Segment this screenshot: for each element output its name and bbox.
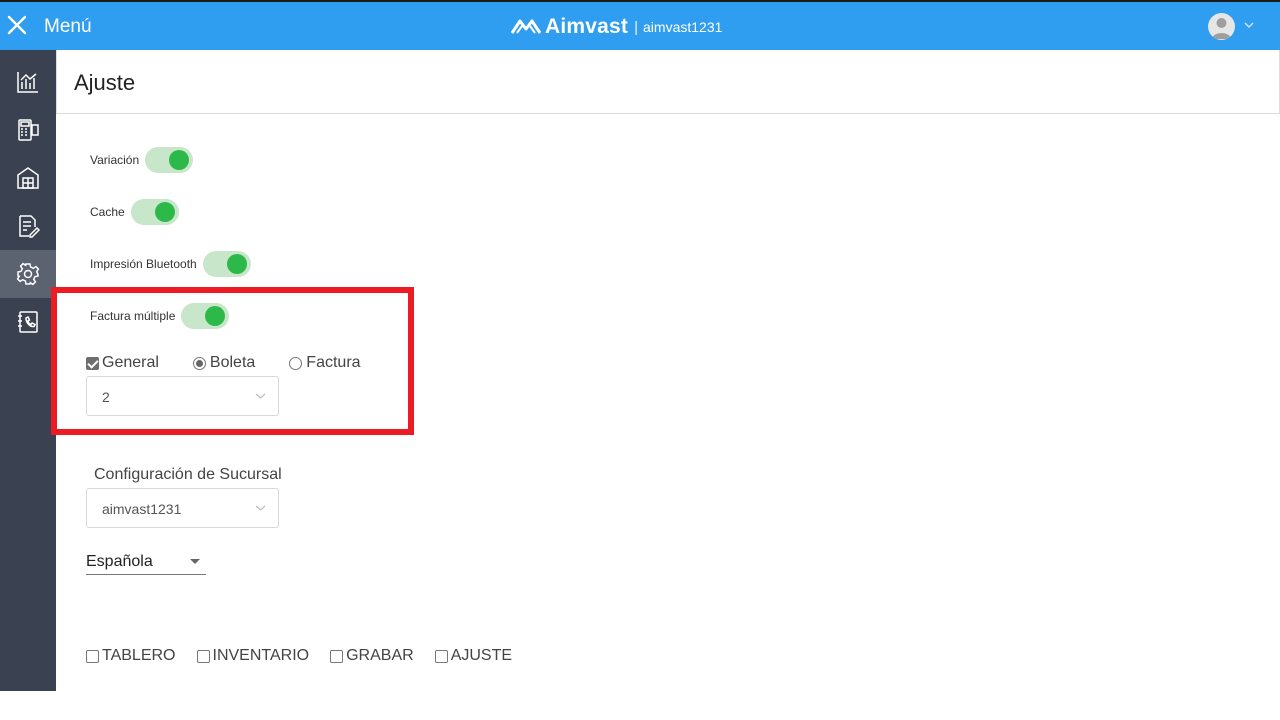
menu-label[interactable]: Menú xyxy=(44,16,92,38)
bluetooth-print-label: Impresión Bluetooth xyxy=(90,257,197,271)
perm-ajuste[interactable]: AJUSTE xyxy=(434,647,513,665)
checkbox-unchecked[interactable] xyxy=(86,649,99,663)
invoice-count-value: 2 xyxy=(102,389,110,405)
sidebar-item-settings[interactable] xyxy=(0,250,56,298)
branch-config-label: Configuración de Sucursal xyxy=(94,466,282,483)
factura-radio[interactable]: Factura xyxy=(289,354,361,372)
factura-label: Factura xyxy=(306,354,361,371)
branch-select[interactable]: aimvast1231 xyxy=(86,488,279,528)
header-username: aimvast1231 xyxy=(643,19,723,35)
user-avatar-icon xyxy=(1212,18,1231,39)
sidebar-item-contacts[interactable] xyxy=(0,298,56,346)
sidebar-item-pos[interactable] xyxy=(0,106,56,154)
toggle-knob xyxy=(154,202,175,222)
cache-toggle[interactable] xyxy=(130,199,179,225)
perm-tablero-label: TABLERO xyxy=(102,647,176,664)
boleta-label: Boleta xyxy=(209,354,256,371)
brand: Aimvast | aimvast1231 xyxy=(510,13,722,41)
radio-unchecked[interactable] xyxy=(289,356,303,370)
setting-bluetooth-print: Impresión Bluetooth xyxy=(90,251,251,277)
invoice-type-options: General Boleta Factura xyxy=(86,354,395,372)
perm-grabar-label: GRABAR xyxy=(346,647,414,664)
chevron-down-icon xyxy=(255,505,266,511)
boleta-radio[interactable]: Boleta xyxy=(192,354,256,372)
sidebar-item-warehouse[interactable] xyxy=(0,154,56,202)
brand-name: Aimvast xyxy=(545,15,629,38)
checkbox-checked[interactable] xyxy=(86,356,99,370)
perm-inventario-label: INVENTARIO xyxy=(212,647,310,664)
perm-tablero[interactable]: TABLERO xyxy=(86,647,176,665)
chevron-down-icon[interactable] xyxy=(1243,20,1255,30)
variation-label: Variación xyxy=(90,153,140,167)
checkbox-unchecked[interactable] xyxy=(434,649,448,663)
radio-checked[interactable] xyxy=(192,356,206,370)
general-checkbox[interactable]: General xyxy=(86,354,159,372)
caret-down-icon xyxy=(190,559,200,564)
avatar[interactable] xyxy=(1208,13,1235,40)
setting-cache: Cache xyxy=(90,199,179,225)
bluetooth-print-toggle[interactable] xyxy=(202,251,251,277)
report-edit-icon xyxy=(19,215,41,238)
checkbox-unchecked[interactable] xyxy=(196,649,210,663)
brand-logo-icon xyxy=(510,19,542,34)
perm-grabar[interactable]: GRABAR xyxy=(330,647,414,665)
variation-toggle[interactable] xyxy=(145,147,194,173)
checkbox-unchecked[interactable] xyxy=(330,649,344,663)
gear-icon xyxy=(16,262,40,286)
close-icon[interactable] xyxy=(6,14,28,36)
page-title: Ajuste xyxy=(74,70,136,95)
sidebar-item-reports[interactable] xyxy=(0,202,56,250)
perm-ajuste-label: AJUSTE xyxy=(450,647,513,664)
toggle-knob xyxy=(226,254,247,274)
language-value: Española xyxy=(86,553,153,570)
pos-register-icon xyxy=(18,119,39,141)
contacts-phone-icon xyxy=(18,311,38,333)
general-label: General xyxy=(102,354,159,371)
invoice-count-select[interactable]: 2 xyxy=(86,376,279,416)
language-select[interactable]: Española xyxy=(86,551,206,575)
perm-inventario[interactable]: INVENTARIO xyxy=(196,647,310,665)
permissions-row: TABLERO INVENTARIO GRABAR AJUSTE xyxy=(86,647,533,665)
dashboard-chart-icon xyxy=(17,72,38,93)
page-header: Ajuste xyxy=(56,50,1280,114)
brand-separator: | xyxy=(634,18,639,36)
sidebar xyxy=(0,50,56,691)
branch-value: aimvast1231 xyxy=(102,501,182,517)
setting-variation: Variación xyxy=(90,147,194,173)
toggle-knob xyxy=(169,150,190,170)
warehouse-icon xyxy=(17,167,39,189)
chevron-down-icon xyxy=(255,393,266,399)
cache-label: Cache xyxy=(90,205,125,219)
sidebar-item-dashboard[interactable] xyxy=(0,58,56,106)
top-bar: Menú Aimvast | aimvast1231 xyxy=(0,0,1280,50)
